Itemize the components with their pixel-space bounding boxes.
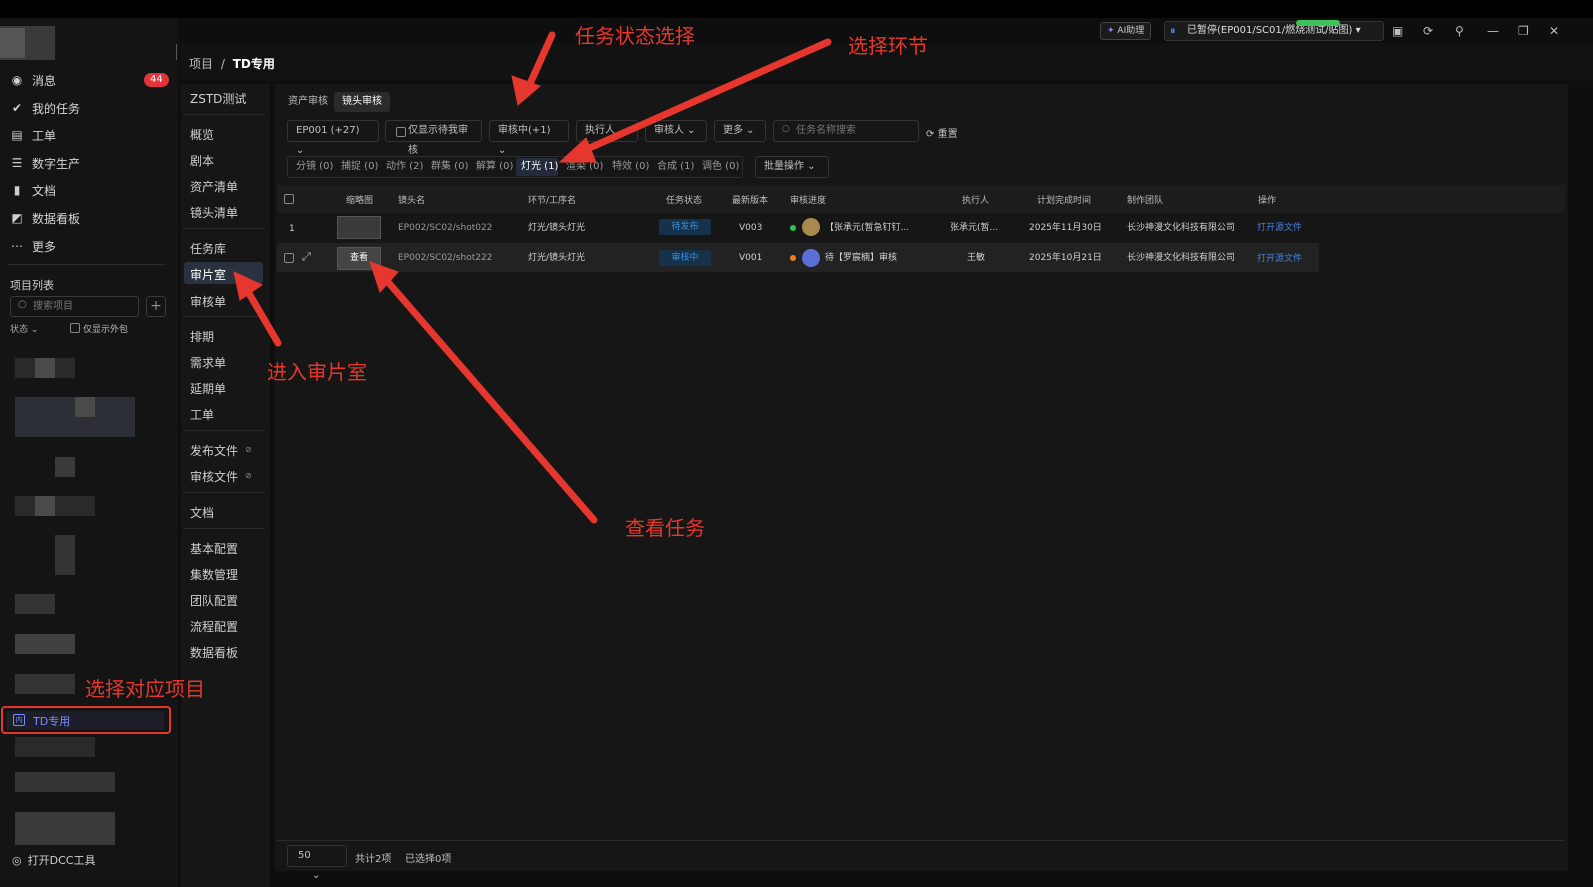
arrow-enter-review [243,286,282,347]
annotation-status-select: 任务状态选择 [575,24,695,48]
annotation-select-step: 选择环节 [848,34,928,58]
arrow-select-step [581,38,832,154]
arrow-view-task [384,278,598,524]
annotation-select-project: 选择对应项目 [85,677,205,701]
arrowhead [558,137,597,163]
arrowhead [511,75,541,106]
annotation-arrows [233,31,832,524]
annotation-view-task: 查看任务 [625,516,705,540]
annotation-enter-review: 进入审片室 [267,360,367,384]
arrow-status-select [524,31,556,92]
